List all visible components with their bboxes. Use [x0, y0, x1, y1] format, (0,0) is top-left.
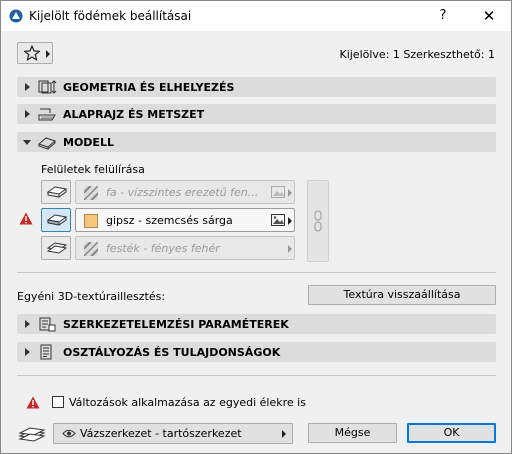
panel-model[interactable]: MODELL — [17, 132, 496, 152]
reset-texture-button[interactable]: Textúra visszaállítása — [308, 285, 496, 305]
texture-alignment-label: Egyéni 3D-textúraillesztés: — [17, 290, 166, 303]
panel-plan-section[interactable]: ALAPRAJZ ÉS METSZET — [17, 104, 496, 124]
layer-dropdown[interactable]: Vázszerkezet - tartószerkezet — [53, 423, 293, 444]
favorites-button[interactable] — [17, 42, 53, 64]
hatch-swatch-icon — [84, 186, 98, 200]
panel-label: GEOMETRIA ÉS ELHELYEZÉS — [63, 81, 235, 94]
properties-icon — [40, 344, 52, 360]
eye-icon — [62, 429, 76, 438]
archicad-icon — [9, 9, 23, 23]
panel-geometry[interactable]: GEOMETRIA ÉS ELHELYEZÉS — [17, 77, 496, 97]
chevron-right-icon — [288, 189, 292, 197]
material-name: fa - vízszintes erezetű fen... — [106, 186, 259, 199]
panel-label: MODELL — [63, 136, 114, 149]
hatch-swatch-icon — [84, 242, 98, 256]
surface-override-label: Felületek felülírása — [41, 163, 145, 176]
window-title: Kijelölt födémek beállításai — [29, 9, 192, 23]
top-surface-icon — [47, 186, 67, 198]
apply-to-edges-checkbox[interactable] — [52, 396, 64, 408]
expand-arrow-icon — [25, 110, 30, 118]
chevron-right-icon — [288, 245, 292, 253]
warning-icon — [19, 212, 33, 225]
ok-button[interactable]: OK — [407, 423, 496, 443]
link-surfaces-button[interactable] — [307, 180, 329, 262]
bottom-surface-material[interactable]: festék - fényes fehér — [75, 236, 295, 260]
expand-arrow-icon — [25, 320, 30, 328]
top-surface-material[interactable]: fa - vízszintes erezetű fen... — [75, 180, 295, 204]
apply-to-edges-label: Változások alkalmazása az egyedi élekre … — [69, 396, 306, 409]
title-bar: Kijelölt födémek beállításai ? ✕ — [1, 1, 511, 31]
panel-structural-analysis[interactable]: SZERKEZETELEMZÉSI PARAMÉTEREK — [17, 314, 496, 334]
panel-classification[interactable]: OSZTÁLYOZÁS ÉS TULAJDONSÁGOK — [17, 342, 496, 362]
geometry-icon — [38, 80, 57, 94]
warning-icon — [26, 396, 40, 409]
help-button[interactable]: ? — [433, 6, 453, 26]
divider — [17, 272, 496, 273]
material-swatch — [84, 214, 98, 228]
panel-label: OSZTÁLYOZÁS ÉS TULAJDONSÁGOK — [63, 346, 281, 359]
bottom-surface-icon — [47, 242, 67, 254]
chevron-right-icon — [288, 217, 292, 225]
model-icon — [38, 137, 56, 150]
favorites-arrow-icon — [46, 50, 50, 58]
panel-label: ALAPRAJZ ÉS METSZET — [63, 108, 205, 121]
top-surface-button[interactable] — [41, 180, 71, 204]
expand-arrow-icon — [25, 83, 30, 91]
material-name: festék - fényes fehér — [106, 242, 220, 255]
structural-analysis-icon — [39, 317, 56, 332]
layer-icon — [18, 427, 46, 442]
star-icon — [23, 45, 41, 61]
close-button[interactable]: ✕ — [479, 6, 499, 26]
floor-plan-icon — [38, 108, 56, 121]
edge-surface-button[interactable] — [41, 208, 71, 232]
divider — [17, 375, 496, 376]
edge-surface-material[interactable]: gipsz - szemcsés sárga — [75, 208, 295, 232]
layer-name: Vázszerkezet - tartószerkezet — [80, 427, 242, 440]
texture-image-icon — [271, 214, 285, 226]
collapse-arrow-icon — [23, 140, 31, 145]
edge-surface-icon — [47, 214, 67, 226]
cancel-button[interactable]: Mégse — [308, 423, 397, 443]
selection-info: Kijelölve: 1 Szerkeszthető: 1 — [339, 48, 495, 61]
material-name: gipsz - szemcsés sárga — [106, 214, 233, 227]
expand-arrow-icon — [25, 348, 30, 356]
chain-link-icon — [314, 210, 322, 232]
texture-image-icon — [271, 186, 285, 198]
bottom-surface-button[interactable] — [41, 236, 71, 260]
dialog-window: Kijelölt födémek beállításai ? ✕ Kijelöl… — [0, 0, 512, 454]
panel-label: SZERKEZETELEMZÉSI PARAMÉTEREK — [63, 318, 289, 331]
chevron-right-icon — [282, 430, 286, 438]
